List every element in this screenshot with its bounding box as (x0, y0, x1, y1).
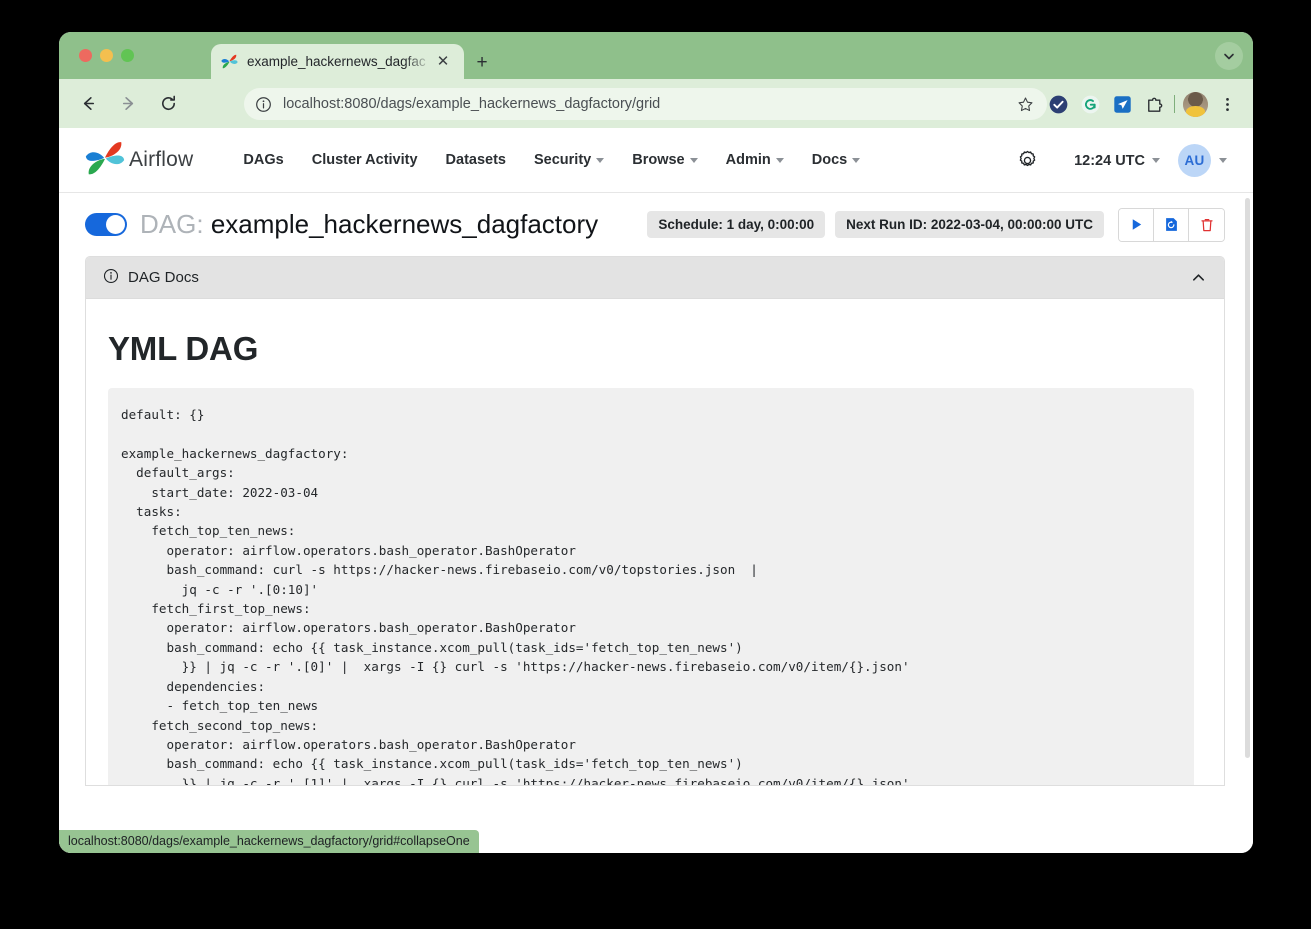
dag-header-actions: Schedule: 1 day, 0:00:00 Next Run ID: 20… (647, 193, 1225, 256)
nav-item-label: Browse (632, 152, 684, 168)
trigger-dag-button[interactable] (1119, 209, 1154, 241)
chevron-up-icon[interactable] (1191, 270, 1206, 290)
user-avatar: AU (1178, 144, 1211, 177)
nav-item-datasets[interactable]: Datasets (432, 146, 520, 174)
new-tab-button[interactable]: + (471, 51, 493, 73)
trash-icon (1199, 217, 1215, 233)
dag-pause-toggle[interactable] (85, 213, 127, 236)
back-button[interactable] (73, 89, 103, 119)
grammarly-icon[interactable] (1074, 88, 1106, 120)
avatar[interactable] (1179, 88, 1211, 120)
delete-dag-button[interactable] (1189, 209, 1224, 241)
address-bar[interactable]: localhost:8080/dags/example_hackernews_d… (244, 88, 1047, 120)
toggle-knob (106, 215, 125, 234)
scrollbar-thumb[interactable] (1245, 198, 1250, 758)
chevron-down-icon (852, 158, 860, 163)
chevron-down-icon (776, 158, 784, 163)
refresh-icon (1163, 216, 1180, 233)
browser-window: example_hackernews_dagfac ✕ + (59, 32, 1253, 853)
nav-item-browse[interactable]: Browse (618, 146, 711, 174)
shield-check-icon[interactable] (1042, 88, 1074, 120)
clear-dag-button[interactable] (1154, 209, 1189, 241)
send-plane-icon[interactable] (1106, 88, 1138, 120)
maximize-window-button[interactable] (121, 49, 134, 62)
dag-action-buttons (1118, 208, 1225, 242)
browser-toolbar: localhost:8080/dags/example_hackernews_d… (59, 79, 1253, 128)
puzzle-piece-icon[interactable] (1138, 88, 1170, 120)
url-text[interactable]: localhost:8080/dags/example_hackernews_d… (283, 96, 1013, 112)
dag-header: DAG: example_hackernews_dagfactory Sched… (59, 193, 1253, 256)
minimize-window-button[interactable] (100, 49, 113, 62)
schedule-badge: Schedule: 1 day, 0:00:00 (647, 211, 825, 238)
close-window-button[interactable] (79, 49, 92, 62)
reload-button[interactable] (153, 89, 183, 119)
docs-heading: YML DAG (108, 330, 1194, 368)
nav-item-cluster-activity[interactable]: Cluster Activity (298, 146, 432, 174)
next-run-badge: Next Run ID: 2022-03-04, 00:00:00 UTC (835, 211, 1104, 238)
browser-tab-title: example_hackernews_dagfac (247, 54, 432, 69)
link-status-bubble: localhost:8080/dags/example_hackernews_d… (59, 830, 479, 853)
chevron-down-icon (690, 158, 698, 163)
dag-docs-label: DAG Docs (128, 269, 199, 286)
browser-extensions-area (1042, 88, 1243, 120)
chevron-down-icon (1152, 158, 1160, 163)
page-title: DAG: example_hackernews_dagfactory (140, 209, 598, 240)
nav-item-label: Security (534, 152, 591, 168)
play-icon (1129, 217, 1144, 232)
nav-item-label: Datasets (446, 152, 506, 168)
nav-item-label: DAGs (243, 152, 283, 168)
tab-list-chevron-down-icon[interactable] (1215, 42, 1243, 70)
navbar-right-area: 12:24 UTC AU (1010, 128, 1227, 193)
airflow-pinwheel-icon (85, 138, 125, 183)
info-circle-icon (103, 268, 119, 288)
page-viewport: Airflow DAGs Cluster Activity Datasets S… (59, 128, 1253, 853)
page-scrollbar[interactable] (1244, 128, 1251, 853)
browser-menu-button[interactable] (1211, 88, 1243, 120)
yaml-code-block: default: {} example_hackernews_dagfactor… (108, 388, 1194, 785)
timezone-label: 12:24 UTC (1074, 153, 1145, 169)
dag-docs-title: DAG Docs (103, 268, 199, 288)
nav-item-docs[interactable]: Docs (798, 146, 874, 174)
airflow-pinwheel-icon (221, 53, 238, 70)
chevron-down-icon (596, 158, 604, 163)
dag-docs-body: YML DAG default: {} example_hackernews_d… (86, 299, 1224, 785)
airflow-brand-label: Airflow (129, 148, 193, 172)
dag-title-name: example_hackernews_dagfactory (211, 209, 598, 239)
nav-item-label: Docs (812, 152, 847, 168)
nav-item-admin[interactable]: Admin (712, 146, 798, 174)
dag-docs-panel: DAG Docs YML DAG default: {} example_hac… (85, 256, 1225, 786)
user-menu[interactable]: AU (1178, 144, 1227, 177)
close-tab-button[interactable]: ✕ (432, 51, 454, 73)
browser-tab[interactable]: example_hackernews_dagfac ✕ (211, 44, 464, 79)
airflow-brand-link[interactable]: Airflow (85, 138, 193, 183)
star-outline-icon[interactable] (1013, 92, 1037, 116)
window-traffic-lights (79, 49, 134, 62)
nav-item-security[interactable]: Security (520, 146, 618, 174)
nav-item-label: Admin (726, 152, 771, 168)
nav-item-label: Cluster Activity (312, 152, 418, 168)
info-circle-icon[interactable] (252, 93, 274, 115)
forward-button[interactable] (113, 89, 143, 119)
timezone-selector[interactable]: 12:24 UTC (1074, 153, 1160, 169)
airflow-navbar: Airflow DAGs Cluster Activity Datasets S… (59, 128, 1253, 193)
airflow-nav-links: DAGs Cluster Activity Datasets Security … (229, 146, 874, 174)
dag-docs-header[interactable]: DAG Docs (86, 257, 1224, 299)
toolbar-divider (1174, 95, 1175, 113)
nav-item-dags[interactable]: DAGs (229, 146, 297, 174)
browser-tab-strip: example_hackernews_dagfac ✕ + (59, 32, 1253, 79)
chevron-down-icon (1219, 158, 1227, 163)
dag-title-prefix: DAG: (140, 209, 204, 239)
gear-icon[interactable] (1010, 144, 1044, 178)
